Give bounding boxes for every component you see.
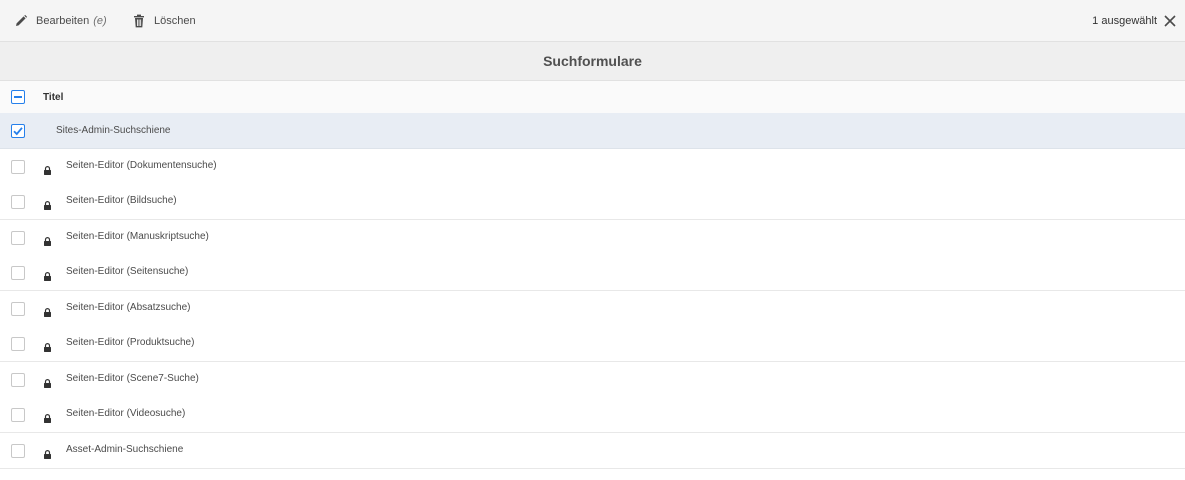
lock-icon bbox=[44, 268, 51, 281]
row-title: Seiten-Editor (Bildsuche) bbox=[66, 195, 177, 206]
row-title: Seiten-Editor (Scene7-Suche) bbox=[66, 372, 199, 384]
trash-icon bbox=[131, 13, 147, 29]
row-checkbox[interactable] bbox=[11, 159, 25, 174]
table-row[interactable]: Sites-Admin-Suchschiene bbox=[0, 113, 1185, 149]
table-row[interactable]: Seiten-Editor (Videosuche) bbox=[0, 397, 1185, 433]
row-title: Seiten-Editor (Produktsuche) bbox=[66, 337, 195, 348]
close-selection-icon[interactable] bbox=[1163, 14, 1177, 28]
table-row[interactable]: Seiten-Editor (Manuskriptsuche) bbox=[0, 219, 1185, 256]
table-row[interactable]: Seiten-Editor (Seitensuche) bbox=[0, 255, 1185, 291]
lock-icon bbox=[44, 233, 51, 246]
delete-button[interactable]: Löschen bbox=[131, 12, 196, 30]
lock-icon bbox=[44, 197, 51, 210]
table-row[interactable]: Seiten-Editor (Produktsuche) bbox=[0, 326, 1185, 362]
row-title: Seiten-Editor (Videosuche) bbox=[66, 408, 186, 419]
delete-button-label: Löschen bbox=[154, 15, 196, 27]
pencil-icon bbox=[13, 13, 29, 29]
lock-icon bbox=[44, 375, 51, 388]
page-title: Suchformulare bbox=[0, 42, 1185, 81]
row-title: Seiten-Editor (Manuskriptsuche) bbox=[66, 230, 209, 242]
row-checkbox[interactable] bbox=[11, 230, 25, 245]
row-checkbox[interactable] bbox=[11, 266, 25, 280]
row-checkbox-checked[interactable] bbox=[11, 124, 25, 138]
action-bar: Bearbeiten (e) Löschen 1 ausgewählt bbox=[0, 0, 1185, 42]
lock-icon bbox=[44, 162, 51, 175]
table-row[interactable]: Seiten-Editor (Bildsuche) bbox=[0, 184, 1185, 220]
edit-shortcut-hint: (e) bbox=[93, 15, 107, 27]
edit-button-label: Bearbeiten bbox=[36, 15, 90, 27]
lock-icon bbox=[44, 446, 51, 459]
row-title: Sites-Admin-Suchschiene bbox=[56, 125, 171, 136]
table-header: Titel bbox=[0, 81, 1185, 113]
lock-icon bbox=[44, 339, 51, 352]
row-title: Seiten-Editor (Dokumentensuche) bbox=[66, 159, 217, 171]
column-header-title[interactable]: Titel bbox=[43, 92, 63, 103]
table-row[interactable]: Seiten-Editor (Scene7-Suche) bbox=[0, 361, 1185, 398]
select-all-checkbox[interactable] bbox=[11, 90, 25, 104]
row-checkbox[interactable] bbox=[11, 337, 25, 351]
lock-icon bbox=[44, 304, 51, 317]
table-row[interactable]: Seiten-Editor (Dokumentensuche) bbox=[0, 148, 1185, 185]
row-checkbox[interactable] bbox=[11, 408, 25, 422]
row-checkbox[interactable] bbox=[11, 443, 25, 458]
table-row[interactable]: Seiten-Editor (Absatzsuche) bbox=[0, 290, 1185, 327]
table-row[interactable]: Asset-Admin-Suchschiene bbox=[0, 432, 1185, 469]
row-checkbox[interactable] bbox=[11, 372, 25, 387]
row-title: Seiten-Editor (Seitensuche) bbox=[66, 266, 189, 277]
row-title: Asset-Admin-Suchschiene bbox=[66, 443, 184, 455]
row-checkbox[interactable] bbox=[11, 195, 25, 209]
lock-icon bbox=[44, 410, 51, 423]
row-title: Seiten-Editor (Absatzsuche) bbox=[66, 301, 191, 313]
selection-count: 1 ausgewählt bbox=[1092, 15, 1157, 27]
row-checkbox[interactable] bbox=[11, 301, 25, 316]
edit-button[interactable]: Bearbeiten (e) bbox=[13, 12, 107, 30]
